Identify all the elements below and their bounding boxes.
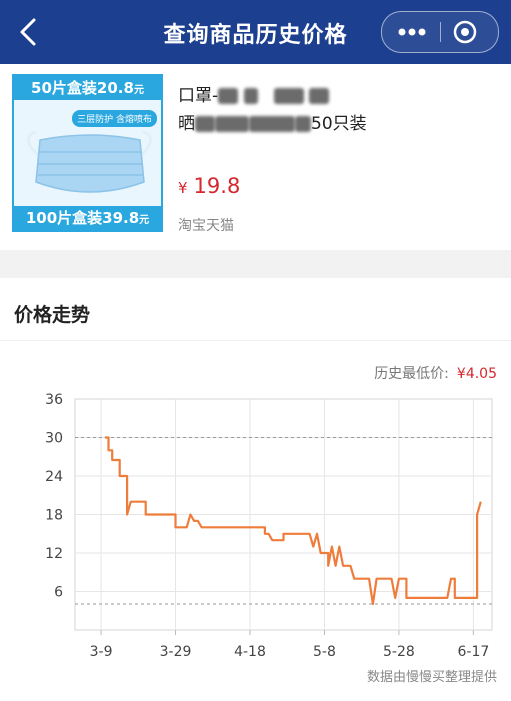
y-tick-label: 30	[45, 431, 63, 447]
chart-card: 历史最低价: ¥4.05 6 12 18 24 30 36 3-9 3-29 4-18 5-8 5-2…	[0, 340, 511, 701]
section-title: 价格走势	[14, 304, 91, 326]
capsule-divider	[440, 22, 441, 42]
mask-image-icon	[27, 130, 152, 193]
redacted-text	[295, 116, 311, 132]
redacted-text	[243, 88, 258, 104]
redacted-text	[309, 88, 330, 104]
y-tick-label: 18	[45, 508, 63, 524]
more-icon[interactable]	[396, 22, 428, 42]
product-title-part: 口罩-	[178, 86, 219, 106]
lowest-price: 历史最低价: ¥4.05	[374, 363, 497, 383]
x-tick-label: 3-29	[160, 644, 192, 660]
redacted-text	[195, 116, 215, 132]
product-title[interactable]: 口罩- 晒 50只装	[178, 82, 468, 138]
data-credit: 数据由慢慢买整理提供	[366, 670, 497, 685]
lowest-price-label: 历史最低价:	[374, 366, 449, 382]
product-card[interactable]: 50片盒装20.8元 三层防护 含熔喷布 100片盒装39.8元 口罩- 晒 50…	[0, 64, 511, 250]
x-tick-label: 6-17	[457, 644, 489, 660]
redacted-text	[215, 116, 249, 132]
mini-program-capsule	[381, 11, 499, 53]
product-price: ¥19.8	[178, 174, 241, 198]
y-tick-label: 36	[45, 392, 63, 408]
y-tick-label: 12	[45, 546, 63, 562]
product-title-part: 50只装	[311, 114, 367, 134]
y-tick-label: 24	[45, 469, 63, 485]
product-platform: 淘宝天猫	[178, 218, 234, 234]
redacted-text	[249, 116, 295, 132]
product-title-part: 晒	[178, 114, 195, 134]
thumb-banner-top: 50片盒装20.8元	[14, 76, 161, 100]
x-tick-label: 3-9	[90, 644, 113, 660]
thumb-banner-bottom: 100片盒装39.8元	[14, 206, 161, 230]
product-thumbnail[interactable]: 50片盒装20.8元 三层防护 含熔喷布 100片盒装39.8元	[12, 74, 163, 232]
redacted-text	[218, 88, 239, 104]
target-icon[interactable]	[452, 19, 478, 45]
redacted-text	[273, 88, 304, 104]
x-tick-label: 4-18	[234, 644, 266, 660]
top-nav-bar: 查询商品历史价格	[0, 0, 511, 64]
price-chart[interactable]: 6 12 18 24 30 36 3-9 3-29 4-18 5-8 5-28 6-17	[0, 383, 511, 683]
x-tick-label: 5-8	[313, 644, 336, 660]
thumb-tag: 三层防护 含熔喷布	[72, 110, 157, 127]
y-tick-label: 6	[54, 585, 63, 601]
x-tick-label: 5-28	[383, 644, 415, 660]
price-trend-section: 价格走势 历史最低价: ¥4.05 6 12 18 24 30 36 3-9 3-29 4-18 5…	[0, 278, 511, 701]
price-series-line	[104, 436, 482, 606]
lowest-price-value: ¥4.05	[456, 366, 497, 382]
